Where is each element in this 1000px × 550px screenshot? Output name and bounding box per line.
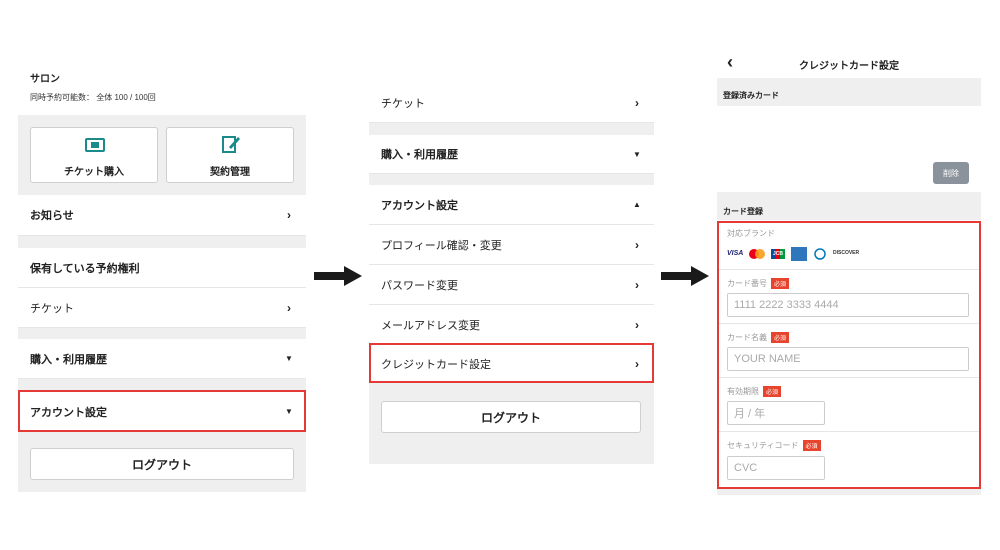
- rights-header-row: 保有している予約権利: [18, 248, 306, 288]
- ticket-purchase-button[interactable]: チケット購入: [30, 127, 158, 183]
- history-row[interactable]: 購入・利用履歴 ▼: [18, 339, 306, 379]
- arrow-right-icon: [314, 266, 362, 286]
- chevron-right-icon: ›: [635, 317, 639, 332]
- logout-button[interactable]: ログアウト: [30, 448, 294, 480]
- notice-label: お知らせ: [30, 210, 74, 222]
- ticket-row[interactable]: チケット ›: [369, 84, 654, 123]
- header-bar: ‹ クレジットカード設定: [717, 48, 981, 78]
- profile-label: プロフィール確認・変更: [381, 239, 502, 252]
- delete-label: 削除: [943, 168, 959, 178]
- email-row[interactable]: メールアドレス変更 ›: [369, 305, 654, 345]
- history-label: 購入・利用履歴: [30, 353, 107, 366]
- logout-label: ログアウト: [131, 457, 192, 472]
- chevron-right-icon: ›: [287, 300, 291, 315]
- registered-header: 登録済みカード: [723, 91, 779, 100]
- account-highlight-box: [18, 390, 306, 432]
- page-title: クレジットカード設定: [799, 61, 899, 72]
- ticket-row[interactable]: チケット ›: [18, 288, 306, 328]
- chevron-right-icon: ›: [635, 237, 639, 252]
- edit-document-icon: [222, 136, 240, 153]
- notice-row[interactable]: お知らせ ›: [18, 195, 306, 236]
- password-label: パスワード変更: [381, 279, 458, 292]
- credit-card-highlight-box: [369, 343, 654, 383]
- reservation-info: 同時予約可能数： 全体 100 / 100回: [30, 93, 156, 102]
- account-row[interactable]: アカウント設定 ▲: [369, 185, 654, 225]
- contract-manage-label: 契約管理: [210, 167, 250, 178]
- ticket-purchase-label: チケット購入: [64, 167, 124, 178]
- account-label: アカウント設定: [381, 199, 458, 212]
- delete-button[interactable]: 削除: [933, 162, 969, 184]
- chevron-right-icon: ›: [635, 277, 639, 292]
- caret-up-icon: ▲: [633, 200, 641, 209]
- logout-label: ログアウト: [480, 410, 541, 425]
- chevron-right-icon: ›: [287, 208, 291, 222]
- email-label: メールアドレス変更: [381, 319, 480, 332]
- salon-label: サロン: [30, 74, 60, 85]
- logout-button[interactable]: ログアウト: [381, 401, 641, 433]
- chevron-right-icon: ›: [635, 96, 639, 110]
- caret-down-icon: ▼: [633, 149, 641, 159]
- profile-row[interactable]: プロフィール確認・変更 ›: [369, 225, 654, 265]
- history-row[interactable]: 購入・利用履歴 ▼: [369, 135, 654, 174]
- ticket-icon: [85, 138, 105, 152]
- password-row[interactable]: パスワード変更 ›: [369, 265, 654, 305]
- card-form-highlight-box: [717, 221, 981, 489]
- rights-header: 保有している予約権利: [30, 262, 140, 275]
- ticket-label: チケット: [30, 302, 74, 315]
- caret-down-icon: ▼: [285, 354, 293, 363]
- register-header: カード登録: [723, 207, 763, 216]
- salon-header: サロン 同時予約可能数： 全体 100 / 100回: [18, 60, 306, 115]
- ticket-label: チケット: [381, 98, 425, 110]
- history-label: 購入・利用履歴: [381, 149, 458, 161]
- contract-manage-button[interactable]: 契約管理: [166, 127, 294, 183]
- arrow-right-icon: [661, 266, 709, 286]
- panel-account-menu: チケット › 購入・利用履歴 ▼ アカウント設定 ▲ プロフィール確認・変更 ›…: [369, 84, 654, 464]
